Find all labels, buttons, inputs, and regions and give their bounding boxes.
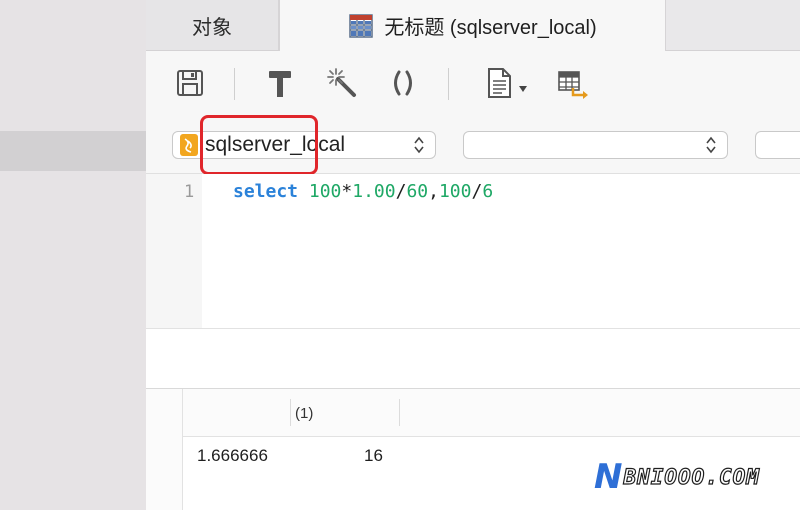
line-number: 1 — [184, 182, 195, 202]
sql-operator: * — [341, 181, 353, 202]
toolbar — [146, 51, 800, 119]
save-icon — [177, 70, 203, 96]
database-select[interactable] — [463, 131, 728, 159]
grid-header: (1) — [183, 389, 800, 437]
document-menu-icon — [488, 68, 527, 98]
sidebar-selected-item[interactable] — [0, 131, 146, 171]
code-line[interactable]: select 100*1.00/60,100/6 — [233, 181, 493, 202]
row-header-column — [146, 389, 183, 510]
chevron-updown-icon — [414, 136, 424, 154]
beautify-button[interactable] — [262, 65, 298, 101]
table-export-icon — [558, 71, 588, 99]
parentheses-icon — [394, 70, 412, 96]
sqlserver-icon — [180, 134, 198, 156]
tab-query-label: 无标题 (sqlserver_local) — [384, 17, 597, 39]
sql-operator: / — [395, 181, 407, 202]
sql-number: 1.00 — [352, 181, 396, 202]
sql-editor[interactable]: 1 select 100*1.00/60,100/6 — [146, 174, 800, 329]
sql-number: 100 — [438, 181, 472, 202]
sql-number: 100 — [308, 181, 342, 202]
table-cell[interactable]: 16 — [364, 446, 383, 466]
watermark-text: BNIOOO.COM — [623, 464, 760, 489]
query-table-icon — [349, 13, 374, 38]
toolbar-separator — [234, 68, 235, 100]
parentheses-button[interactable] — [385, 65, 421, 101]
sql-operator: , — [428, 181, 439, 202]
sql-keyword: select — [233, 181, 299, 202]
save-button[interactable] — [172, 65, 208, 101]
line-gutter: 1 — [146, 174, 202, 328]
magic-wand-button[interactable] — [324, 65, 360, 101]
tab-query[interactable]: 无标题 (sqlserver_local) — [279, 0, 666, 51]
tab-objects[interactable]: 对象 — [146, 0, 279, 50]
sidebar — [0, 0, 146, 510]
schema-select[interactable] — [755, 131, 800, 159]
chevron-updown-icon — [706, 136, 716, 154]
result-splitter — [146, 329, 800, 389]
connection-highlight-box — [200, 115, 318, 175]
magic-wand-icon — [327, 68, 356, 97]
sql-operator: / — [471, 181, 483, 202]
watermark-n: N — [594, 457, 623, 497]
sql-number: 6 — [482, 181, 494, 202]
format-hammer-icon — [269, 71, 291, 97]
watermark: N BNIOOO.COM — [594, 459, 760, 495]
column-header[interactable]: (1) — [295, 405, 313, 422]
document-menu-button[interactable] — [482, 65, 534, 101]
column-separator[interactable] — [399, 399, 400, 426]
column-separator[interactable] — [290, 399, 291, 426]
export-button[interactable] — [556, 65, 592, 101]
sql-number: 60 — [406, 181, 429, 202]
toolbar-separator — [448, 68, 449, 100]
table-cell[interactable]: 1.666666 — [197, 446, 268, 466]
tab-bar: 对象 无标题 (sqlserver_local) — [146, 0, 800, 51]
